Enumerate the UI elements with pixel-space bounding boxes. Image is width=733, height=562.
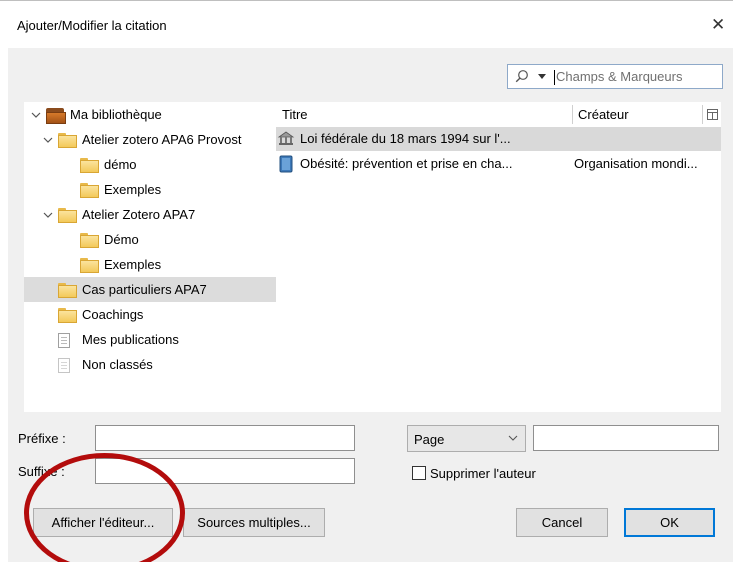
items-list[interactable]: Titre Créateur Loi fédérale du 18 mars 1… [276,102,721,412]
cancel-button[interactable]: Cancel [516,508,608,537]
suffix-label: Suffixe : [18,464,65,479]
collection-tree[interactable]: Ma bibliothèque Atelier zotero APA6 Provo… [24,102,276,412]
folder-icon [58,282,77,298]
suppress-author-checkbox[interactable] [412,466,426,480]
chevron-down-icon[interactable] [30,109,42,121]
column-header-creator[interactable]: Créateur [578,102,698,127]
column-picker-icon[interactable] [707,109,718,120]
tree-item[interactable]: démo [24,152,276,177]
search-input[interactable] [556,67,716,86]
close-icon[interactable]: ✕ [711,16,725,33]
book-icon [279,155,293,173]
tree-item[interactable]: Exemples [24,177,276,202]
folder-icon [58,307,77,323]
chevron-down-icon [508,435,518,441]
folder-icon [80,232,99,248]
item-title: Obésité: prévention et prise en cha... [300,156,513,171]
tree-item[interactable]: Atelier zotero APA6 Provost [24,127,276,152]
window-title: Ajouter/Modifier la citation [17,18,167,33]
document-icon [58,332,76,348]
tree-item-label: Exemples [104,182,162,197]
column-separator[interactable] [572,105,573,124]
prefix-input[interactable] [95,425,355,451]
show-editor-button[interactable]: Afficher l'éditeur... [33,508,173,537]
chevron-down-icon[interactable] [42,134,54,146]
item-title: Loi fédérale du 18 mars 1994 sur l'... [300,131,511,146]
tree-item-label: Démo [104,232,139,247]
folder-icon [58,132,77,148]
tree-item-label: Mes publications [82,332,179,347]
ok-button[interactable]: OK [624,508,715,537]
tree-item-label: Non classés [82,357,153,372]
tree-item[interactable]: Non classés [24,352,276,377]
tree-item[interactable]: Mes publications [24,327,276,352]
prefix-label: Préfixe : [18,431,66,446]
item-creator: Organisation mondi... [574,156,698,171]
show-editor-label: Afficher l'éditeur... [51,515,155,530]
column-title-label: Titre [282,107,308,122]
folder-icon [80,157,99,173]
text-caret [554,70,555,85]
tree-item-label: Cas particuliers APA7 [82,282,207,297]
multiple-sources-label: Sources multiples... [197,515,311,530]
tree-item-label: Atelier Zotero APA7 [82,207,196,222]
cancel-label: Cancel [541,515,583,530]
tree-item[interactable]: Exemples [24,252,276,277]
item-row[interactable]: Obésité: prévention et prise en cha... O… [276,152,721,176]
locator-input[interactable] [533,425,719,451]
search-mode-dropdown-icon[interactable] [538,74,546,79]
tree-item[interactable]: Cas particuliers APA7 [24,277,276,302]
column-creator-label: Créateur [578,107,629,122]
ok-label: OK [660,515,679,530]
statute-icon [277,131,295,145]
search-icon [515,70,528,83]
title-bar: Ajouter/Modifier la citation ✕ [0,0,733,48]
library-icon [46,107,66,124]
tree-item[interactable]: Démo [24,227,276,252]
tree-item-label: Exemples [104,257,162,272]
multiple-sources-button[interactable]: Sources multiples... [183,508,325,537]
tree-item[interactable]: Atelier Zotero APA7 [24,202,276,227]
column-separator[interactable] [702,105,703,124]
folder-icon [80,182,99,198]
column-header-title[interactable]: Titre [282,102,572,127]
chevron-down-icon[interactable] [42,209,54,221]
tree-item-label: Atelier zotero APA6 Provost [82,132,242,147]
unfiled-icon [58,357,76,373]
tree-item-label: démo [104,157,137,172]
tree-item[interactable]: Coachings [24,302,276,327]
locator-type-value: Page [414,432,445,447]
item-row[interactable]: Loi fédérale du 18 mars 1994 sur l'... [276,127,721,151]
tree-item-label: Ma bibliothèque [70,107,162,122]
tree-item-label: Coachings [82,307,144,322]
locator-type-select[interactable]: Page [407,425,526,452]
tree-item[interactable]: Ma bibliothèque [24,102,276,127]
suffix-input[interactable] [95,458,355,484]
search-box[interactable] [507,64,723,89]
suppress-author-label[interactable]: Supprimer l'auteur [430,466,536,481]
folder-icon [80,257,99,273]
folder-icon [58,207,77,223]
